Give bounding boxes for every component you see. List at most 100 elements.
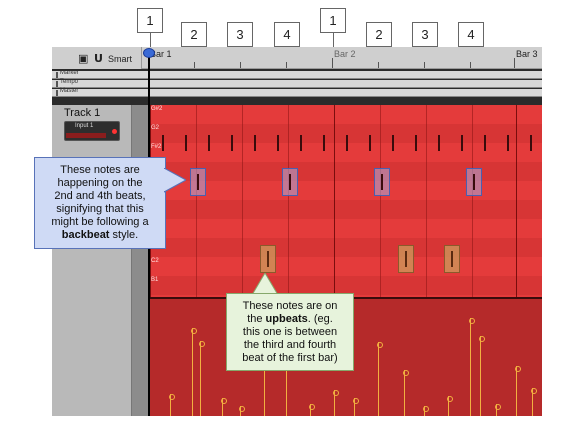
callout-line: 2nd and 4th beats, xyxy=(54,190,146,202)
track-input-label: Input 1 xyxy=(75,123,94,129)
highlighted-snare-note[interactable] xyxy=(374,168,390,196)
midi-note[interactable] xyxy=(438,135,440,151)
velocity-stem[interactable] xyxy=(169,394,175,416)
velocity-stem[interactable] xyxy=(423,406,429,416)
ruler-tick xyxy=(378,62,379,68)
velocity-stem[interactable] xyxy=(353,398,359,416)
note-label-g-sharp-2: G#2 xyxy=(151,106,163,112)
ruler-tick xyxy=(514,58,515,68)
highlighted-snare-note[interactable] xyxy=(466,168,482,196)
bar-gridline xyxy=(516,105,517,297)
piano-roll[interactable]: G#2 G2 F#2 C2 B1 xyxy=(148,105,542,297)
note-row xyxy=(148,162,542,181)
midi-note[interactable] xyxy=(300,135,302,151)
velocity-stem[interactable] xyxy=(469,318,475,416)
callout-line: the upbeats. (eg. xyxy=(227,313,353,326)
velocity-stem[interactable] xyxy=(377,342,383,416)
midi-note[interactable] xyxy=(484,135,486,151)
track-header[interactable]: Track 1 Input 1 xyxy=(52,105,132,416)
ruler-tick xyxy=(424,62,425,68)
bar-gridline xyxy=(334,105,335,297)
midi-note[interactable] xyxy=(461,135,463,151)
note-row xyxy=(148,238,542,257)
note-label-g2: G2 xyxy=(151,125,160,131)
track-level-meter xyxy=(66,133,106,138)
record-arm-icon[interactable] xyxy=(112,129,117,134)
midi-note[interactable] xyxy=(415,135,417,151)
midi-note[interactable] xyxy=(208,135,210,151)
midi-note[interactable] xyxy=(254,135,256,151)
velocity-stem[interactable] xyxy=(403,370,409,416)
velocity-stem[interactable] xyxy=(515,366,521,416)
beat-gridline xyxy=(380,105,381,297)
callout-line: this one is between xyxy=(242,326,338,338)
master-track-label: Master xyxy=(60,88,79,94)
beat-label-box: 4 xyxy=(458,22,484,47)
callout-line: happening on the xyxy=(57,177,143,189)
upbeats-callout: These notes are on the upbeats. (eg. thi… xyxy=(226,293,354,371)
marker-track-label: Marker xyxy=(60,70,79,76)
velocity-stem[interactable] xyxy=(309,404,315,416)
master-track[interactable]: Master xyxy=(52,88,542,97)
timeline-ruler[interactable]: Bar 1 Bar 2 Bar 3 xyxy=(142,47,542,69)
callout-line: backbeat style. xyxy=(35,229,165,242)
snap-icon[interactable]: ▣ xyxy=(78,52,88,65)
magnet-icon[interactable]: U xyxy=(94,52,103,65)
midi-note[interactable] xyxy=(369,135,371,151)
velocity-stem[interactable] xyxy=(495,404,501,416)
velocity-stem[interactable] xyxy=(199,341,205,416)
callout-text: style. xyxy=(109,229,139,241)
callout-emphasis: upbeats xyxy=(265,313,308,325)
marker-track[interactable]: Marker xyxy=(52,70,542,79)
tempo-track[interactable]: Tempo xyxy=(52,79,542,88)
playhead-handle-icon[interactable] xyxy=(143,48,155,58)
note-label-c2: C2 xyxy=(151,258,159,264)
beat-label-box: 2 xyxy=(366,22,392,47)
note-row xyxy=(148,257,542,276)
highlighted-snare-note[interactable] xyxy=(282,168,298,196)
note-row xyxy=(148,181,542,200)
midi-note[interactable] xyxy=(507,135,509,151)
callout-line: beat of the first bar) xyxy=(242,352,338,364)
beat-gridline xyxy=(288,105,289,297)
bar-2-label: Bar 2 xyxy=(334,49,356,59)
beat-label-box: 3 xyxy=(412,22,438,47)
midi-note[interactable] xyxy=(185,135,187,151)
callout-line: the third and fourth xyxy=(243,339,337,351)
track-name[interactable]: Track 1 xyxy=(64,107,100,119)
midi-note[interactable] xyxy=(392,135,394,151)
midi-note[interactable] xyxy=(346,135,348,151)
ruler-tick xyxy=(194,62,195,68)
highlighted-snare-note[interactable] xyxy=(190,168,206,196)
velocity-stem[interactable] xyxy=(333,390,339,416)
smart-tool-label[interactable]: Smart xyxy=(108,54,132,64)
midi-note xyxy=(289,174,291,190)
midi-note[interactable] xyxy=(530,135,532,151)
ruler-tick xyxy=(332,58,333,68)
midi-note[interactable] xyxy=(277,135,279,151)
midi-note[interactable] xyxy=(162,135,164,151)
note-row xyxy=(148,200,542,219)
midi-note[interactable] xyxy=(231,135,233,151)
highlighted-kick-note[interactable] xyxy=(398,245,414,273)
ruler-tick xyxy=(240,62,241,68)
highlighted-kick-note[interactable] xyxy=(260,245,276,273)
midi-note xyxy=(473,174,475,190)
velocity-stem[interactable] xyxy=(221,398,227,416)
velocity-stem[interactable] xyxy=(531,388,537,416)
track-cap xyxy=(56,90,58,96)
ruler-tick xyxy=(286,62,287,68)
velocity-stem[interactable] xyxy=(191,328,197,416)
velocity-stem[interactable] xyxy=(239,406,245,416)
note-row xyxy=(148,105,542,124)
callout-pointer xyxy=(164,168,186,193)
beat-label-box: 1 xyxy=(320,8,346,33)
note-label-f-sharp-2: F#2 xyxy=(151,144,162,150)
midi-note[interactable] xyxy=(323,135,325,151)
beat-label-box: 3 xyxy=(227,22,253,47)
highlighted-kick-note[interactable] xyxy=(444,245,460,273)
velocity-stem[interactable] xyxy=(479,336,485,416)
track-divider xyxy=(132,105,148,416)
note-row xyxy=(148,219,542,238)
velocity-stem[interactable] xyxy=(447,396,453,416)
